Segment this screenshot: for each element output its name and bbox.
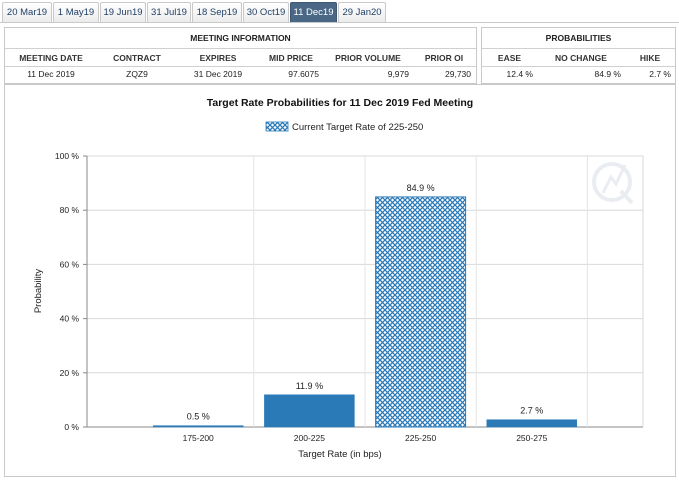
chart-panel: Target Rate Probabilities for 11 Dec 201… — [4, 84, 676, 477]
bar-175-200[interactable] — [152, 425, 244, 428]
header-prior-volume: PRIOR VOLUME — [335, 53, 401, 63]
value-expires: 31 Dec 2019 — [193, 69, 243, 79]
value-no-change: 84.9 % — [594, 69, 621, 79]
tab-18-sep19[interactable]: 18 Sep19 — [192, 2, 242, 22]
value-contract: ZQZ9 — [126, 69, 148, 79]
header-no-change: NO CHANGE — [555, 53, 607, 63]
header-hike: HIKE — [639, 53, 661, 63]
y-axis-label: Probability — [33, 269, 44, 314]
y-tick-label: 100 % — [55, 151, 80, 161]
header-mid-price: MID PRICE — [269, 53, 313, 63]
watermark-logo — [592, 162, 634, 205]
meeting-information-title: MEETING INFORMATION — [5, 28, 476, 49]
x-tick-label-250-275: 250-275 — [516, 433, 547, 443]
probabilities-title: PROBABILITIES — [482, 28, 675, 49]
y-tick-label: 20 % — [60, 368, 80, 378]
y-tick-label: 40 % — [60, 314, 80, 324]
header-ease: EASE — [497, 53, 522, 63]
data-label-225-250: 84.9 % — [407, 183, 435, 193]
y-tick-label: 0 % — [64, 422, 79, 432]
data-label-200-225: 11.9 % — [296, 381, 323, 391]
header-meeting-date: MEETING DATE — [19, 53, 83, 63]
value-ease: 12.4 % — [506, 69, 533, 79]
tab-1-may19[interactable]: 1 May19 — [53, 2, 99, 22]
header-contract: CONTRACT — [113, 53, 161, 63]
meeting-information-panel: MEETING INFORMATION MEETING DATE CONTRAC… — [4, 27, 477, 84]
tab-19-jun19[interactable]: 19 Jun19 — [100, 2, 146, 22]
chart-grid: 0 % 20 % 40 % 60 % 80 % 100 % — [55, 151, 644, 432]
y-tick-label: 80 % — [60, 205, 80, 215]
tab-30-oct19[interactable]: 30 Oct19 — [243, 2, 289, 22]
probabilities-panel: PROBABILITIES EASE NO CHANGE HIKE 12.4 %… — [481, 27, 676, 84]
y-tick-label: 60 % — [60, 259, 80, 269]
chart-title: Target Rate Probabilities for 11 Dec 201… — [207, 97, 473, 109]
value-prior-oi: 29,730 — [445, 69, 471, 79]
legend-label[interactable]: Current Target Rate of 225-250 — [292, 122, 423, 133]
value-meeting-date: 11 Dec 2019 — [27, 69, 75, 79]
x-tick-label-225-250: 225-250 — [405, 433, 436, 443]
tab-11-dec19[interactable]: 11 Dec19 — [290, 2, 337, 22]
data-label-250-275: 2.7 % — [520, 406, 543, 416]
bar-225-250[interactable] — [375, 196, 467, 428]
x-tick-label-200-225: 200-225 — [294, 433, 325, 443]
tab-31-jul19[interactable]: 31 Jul19 — [147, 2, 191, 22]
tab-29-jan20[interactable]: 29 Jan20 — [338, 2, 386, 22]
probability-chart: Target Rate Probabilities for 11 Dec 201… — [33, 97, 644, 460]
x-tick-label-175-200: 175-200 — [183, 433, 214, 443]
x-axis-label: Target Rate (in bps) — [298, 449, 381, 460]
tab-divider — [0, 22, 679, 23]
value-hike: 2.7 % — [649, 69, 671, 79]
legend-swatch — [265, 121, 289, 132]
bar-250-275[interactable] — [486, 419, 578, 428]
value-prior-volume: 9,979 — [387, 69, 409, 79]
bar-200-225[interactable] — [264, 394, 355, 428]
header-expires: EXPIRES — [199, 53, 237, 63]
data-label-175-200: 0.5 % — [187, 412, 210, 422]
tab-20-mar19[interactable]: 20 Mar19 — [2, 2, 52, 22]
header-prior-oi: PRIOR OI — [424, 53, 464, 63]
meeting-tabs: 20 Mar19 1 May19 19 Jun19 31 Jul19 18 Se… — [0, 0, 679, 24]
value-mid-price: 97.6075 — [288, 69, 319, 79]
